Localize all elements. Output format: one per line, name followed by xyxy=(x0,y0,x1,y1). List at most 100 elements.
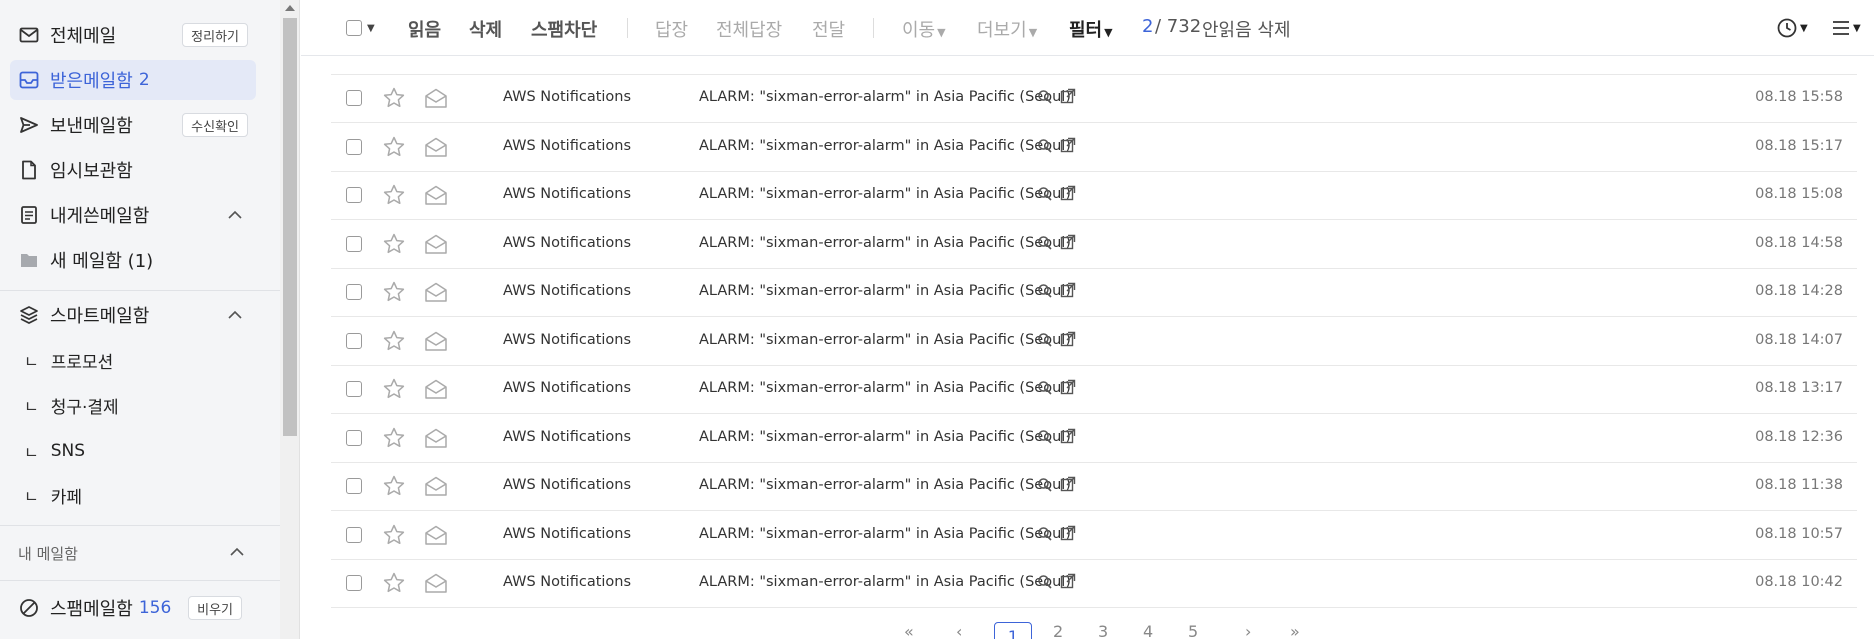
mail-subject[interactable]: ALARM: "sixman-error-alarm" in Asia Paci… xyxy=(699,138,1071,154)
row-checkbox[interactable] xyxy=(346,187,362,203)
envelope-open-icon[interactable] xyxy=(424,572,448,594)
row-checkbox[interactable] xyxy=(346,478,362,494)
sidebar-item-smart[interactable]: 스마트메일함 xyxy=(10,295,256,335)
page-button[interactable]: 4 xyxy=(1143,622,1153,639)
page-button[interactable]: 3 xyxy=(1098,622,1108,639)
sidebar-item-sns[interactable]: ㄴ SNS xyxy=(24,436,85,466)
open-new-window-icon[interactable] xyxy=(1060,476,1076,492)
scrollbar-thumb[interactable] xyxy=(283,18,297,436)
table-row[interactable] xyxy=(331,27,1857,75)
table-row[interactable]: AWS Notifications ALARM: "sixman-error-al… xyxy=(331,463,1857,511)
row-checkbox[interactable] xyxy=(346,284,362,300)
star-icon[interactable] xyxy=(382,377,406,401)
mail-subject[interactable]: ALARM: "sixman-error-alarm" in Asia Paci… xyxy=(699,186,1071,202)
table-row[interactable]: AWS Notifications ALARM: "sixman-error-al… xyxy=(331,221,1857,269)
open-new-window-icon[interactable] xyxy=(1060,573,1076,589)
mail-sender[interactable]: AWS Notifications xyxy=(503,380,631,396)
last-page-button[interactable]: » xyxy=(1290,622,1300,639)
search-icon[interactable] xyxy=(1037,138,1053,154)
search-icon[interactable] xyxy=(1037,332,1053,348)
mail-sender[interactable]: AWS Notifications xyxy=(503,89,631,105)
prev-page-button[interactable]: ‹ xyxy=(956,622,962,639)
open-new-window-icon[interactable] xyxy=(1060,525,1076,541)
envelope-open-icon[interactable] xyxy=(424,233,448,255)
open-new-window-icon[interactable] xyxy=(1060,379,1076,395)
first-page-button[interactable]: « xyxy=(904,622,914,639)
open-new-window-icon[interactable] xyxy=(1060,137,1076,153)
table-row[interactable]: AWS Notifications ALARM: "sixman-error-al… xyxy=(331,366,1857,414)
search-icon[interactable] xyxy=(1037,89,1053,105)
envelope-open-icon[interactable] xyxy=(424,475,448,497)
table-row[interactable]: AWS Notifications ALARM: "sixman-error-al… xyxy=(331,318,1857,366)
mail-subject[interactable]: ALARM: "sixman-error-alarm" in Asia Paci… xyxy=(699,235,1071,251)
mail-subject[interactable]: ALARM: "sixman-error-alarm" in Asia Paci… xyxy=(699,574,1071,590)
mail-subject[interactable]: ALARM: "sixman-error-alarm" in Asia Paci… xyxy=(699,332,1071,348)
mail-sender[interactable]: AWS Notifications xyxy=(503,138,631,154)
row-checkbox[interactable] xyxy=(346,332,362,349)
star-icon[interactable] xyxy=(382,280,406,304)
star-icon[interactable] xyxy=(382,135,406,159)
row-checkbox[interactable] xyxy=(346,235,362,252)
open-new-window-icon[interactable] xyxy=(1060,234,1076,250)
mail-sender[interactable]: AWS Notifications xyxy=(503,235,631,251)
table-row[interactable]: AWS Notifications ALARM: "sixman-error-al… xyxy=(331,75,1857,123)
table-row[interactable]: AWS Notifications ALARM: "sixman-error-al… xyxy=(331,269,1857,317)
star-icon[interactable] xyxy=(382,232,406,256)
row-checkbox[interactable] xyxy=(346,381,362,397)
row-checkbox[interactable] xyxy=(346,575,362,591)
mail-subject[interactable]: ALARM: "sixman-error-alarm" in Asia Paci… xyxy=(699,89,1071,105)
search-icon[interactable] xyxy=(1037,283,1053,299)
mail-sender[interactable]: AWS Notifications xyxy=(503,526,631,542)
search-icon[interactable] xyxy=(1037,477,1053,493)
sidebar-item-promotion[interactable]: ㄴ 프로모션 xyxy=(24,345,113,375)
search-icon[interactable] xyxy=(1037,186,1053,202)
page-button[interactable]: 2 xyxy=(1053,622,1063,639)
mail-subject[interactable]: ALARM: "sixman-error-alarm" in Asia Paci… xyxy=(699,526,1071,542)
mail-sender[interactable]: AWS Notifications xyxy=(503,186,631,202)
envelope-open-icon[interactable] xyxy=(424,524,448,546)
open-new-window-icon[interactable] xyxy=(1060,185,1076,201)
envelope-open-icon[interactable] xyxy=(424,281,448,303)
chevron-up-icon[interactable] xyxy=(226,206,244,224)
sidebar-item-sent[interactable]: 보낸메일함 수신확인 xyxy=(10,105,256,145)
table-row[interactable]: AWS Notifications ALARM: "sixman-error-al… xyxy=(331,172,1857,220)
sidebar-item-spam[interactable]: 스팸메일함 156 비우기 xyxy=(10,588,256,628)
row-checkbox[interactable] xyxy=(346,90,362,106)
row-checkbox[interactable] xyxy=(346,429,362,446)
table-row[interactable]: AWS Notifications ALARM: "sixman-error-al… xyxy=(331,512,1857,560)
sidebar-item-inbox[interactable]: 받은메일함 2 xyxy=(10,60,256,100)
mail-sender[interactable]: AWS Notifications xyxy=(503,574,631,590)
mail-subject[interactable]: ALARM: "sixman-error-alarm" in Asia Paci… xyxy=(699,477,1071,493)
sidebar-item-to-me[interactable]: 내게쓴메일함 xyxy=(10,195,256,235)
mail-sender[interactable]: AWS Notifications xyxy=(503,477,631,493)
sidebar-scrollbar[interactable] xyxy=(280,0,300,639)
mail-sender[interactable]: AWS Notifications xyxy=(503,429,631,445)
sidebar-item-all-mail[interactable]: 전체메일 정리하기 xyxy=(10,15,256,55)
sidebar-item-cafe[interactable]: ㄴ 카페 xyxy=(24,480,82,510)
star-icon[interactable] xyxy=(382,571,406,595)
search-icon[interactable] xyxy=(1037,380,1053,396)
search-icon[interactable] xyxy=(1037,574,1053,590)
open-new-window-icon[interactable] xyxy=(1060,88,1076,104)
star-icon[interactable] xyxy=(382,183,406,207)
open-new-window-icon[interactable] xyxy=(1060,428,1076,444)
open-new-window-icon[interactable] xyxy=(1060,331,1076,347)
sidebar-item-billing[interactable]: ㄴ 청구·결제 xyxy=(24,390,119,420)
envelope-open-icon[interactable] xyxy=(424,184,448,206)
star-icon[interactable] xyxy=(382,329,406,353)
page-1-button[interactable]: 1 xyxy=(994,622,1032,639)
sidebar-item-drafts[interactable]: 임시보관함 xyxy=(10,150,256,190)
search-icon[interactable] xyxy=(1037,429,1053,445)
next-page-button[interactable]: › xyxy=(1245,622,1251,639)
table-row[interactable]: AWS Notifications ALARM: "sixman-error-al… xyxy=(331,560,1857,608)
scroll-up-arrow-icon[interactable] xyxy=(285,5,295,11)
star-icon[interactable] xyxy=(382,474,406,498)
sidebar-item-new-box[interactable]: 새 메일함 (1) xyxy=(10,240,256,280)
table-row[interactable]: AWS Notifications ALARM: "sixman-error-al… xyxy=(331,124,1857,172)
star-icon[interactable] xyxy=(382,426,406,450)
envelope-open-icon[interactable] xyxy=(424,378,448,400)
mail-subject[interactable]: ALARM: "sixman-error-alarm" in Asia Paci… xyxy=(699,283,1071,299)
star-icon[interactable] xyxy=(382,86,406,110)
search-icon[interactable] xyxy=(1037,526,1053,542)
chevron-up-icon[interactable] xyxy=(226,306,244,324)
